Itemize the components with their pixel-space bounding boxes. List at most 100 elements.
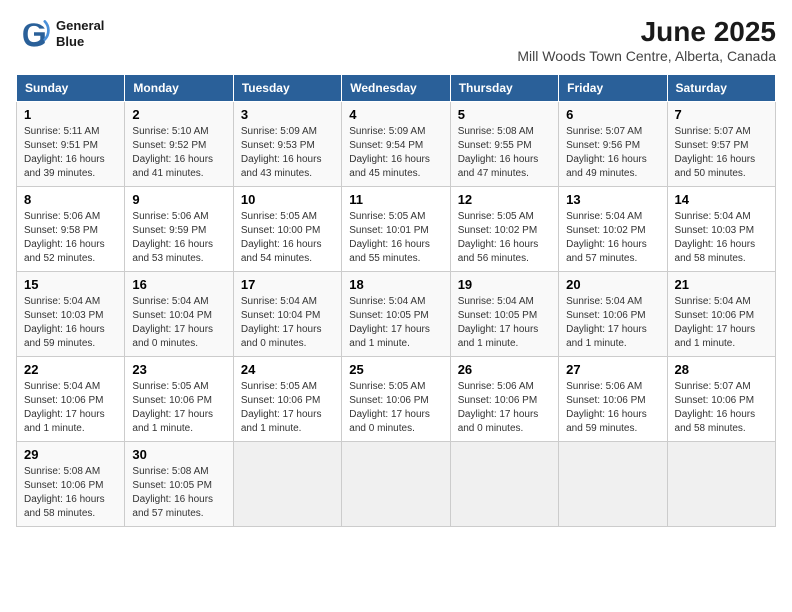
day-info: Sunrise: 5:04 AM Sunset: 10:03 PM Daylig…: [675, 210, 768, 266]
day-number: 29: [24, 447, 117, 462]
day-number: 19: [458, 277, 551, 292]
day-info: Sunrise: 5:05 AM Sunset: 10:06 PM Daylig…: [132, 380, 225, 436]
day-info: Sunrise: 5:05 AM Sunset: 10:06 PM Daylig…: [349, 380, 442, 436]
week-row-2: 8 Sunrise: 5:06 AM Sunset: 9:58 PM Dayli…: [17, 187, 776, 272]
table-cell: 3 Sunrise: 5:09 AM Sunset: 9:53 PM Dayli…: [233, 102, 341, 187]
logo-text: General Blue: [56, 18, 104, 49]
day-number: 30: [132, 447, 225, 462]
week-row-4: 22 Sunrise: 5:04 AM Sunset: 10:06 PM Day…: [17, 357, 776, 442]
table-cell: 9 Sunrise: 5:06 AM Sunset: 9:59 PM Dayli…: [125, 187, 233, 272]
day-number: 10: [241, 192, 334, 207]
day-number: 24: [241, 362, 334, 377]
table-cell: 18 Sunrise: 5:04 AM Sunset: 10:05 PM Day…: [342, 272, 450, 357]
table-cell: 11 Sunrise: 5:05 AM Sunset: 10:01 PM Day…: [342, 187, 450, 272]
day-info: Sunrise: 5:07 AM Sunset: 10:06 PM Daylig…: [675, 380, 768, 436]
day-info: Sunrise: 5:04 AM Sunset: 10:06 PM Daylig…: [566, 295, 659, 351]
day-number: 16: [132, 277, 225, 292]
day-number: 26: [458, 362, 551, 377]
col-friday: Friday: [559, 75, 667, 102]
day-info: Sunrise: 5:05 AM Sunset: 10:06 PM Daylig…: [241, 380, 334, 436]
table-cell: 16 Sunrise: 5:04 AM Sunset: 10:04 PM Day…: [125, 272, 233, 357]
table-cell: 5 Sunrise: 5:08 AM Sunset: 9:55 PM Dayli…: [450, 102, 558, 187]
table-cell: 19 Sunrise: 5:04 AM Sunset: 10:05 PM Day…: [450, 272, 558, 357]
day-info: Sunrise: 5:06 AM Sunset: 10:06 PM Daylig…: [458, 380, 551, 436]
table-cell: 29 Sunrise: 5:08 AM Sunset: 10:06 PM Day…: [17, 442, 125, 527]
logo-icon: [16, 16, 52, 52]
logo-line1: General: [56, 18, 104, 34]
col-tuesday: Tuesday: [233, 75, 341, 102]
col-monday: Monday: [125, 75, 233, 102]
day-number: 25: [349, 362, 442, 377]
day-number: 15: [24, 277, 117, 292]
day-info: Sunrise: 5:04 AM Sunset: 10:06 PM Daylig…: [24, 380, 117, 436]
table-cell: 21 Sunrise: 5:04 AM Sunset: 10:06 PM Day…: [667, 272, 775, 357]
header: General Blue June 2025 Mill Woods Town C…: [16, 16, 776, 64]
table-cell: 22 Sunrise: 5:04 AM Sunset: 10:06 PM Day…: [17, 357, 125, 442]
day-number: 2: [132, 107, 225, 122]
logo-line2: Blue: [56, 34, 104, 50]
table-cell: [450, 442, 558, 527]
day-number: 4: [349, 107, 442, 122]
day-number: 18: [349, 277, 442, 292]
day-number: 21: [675, 277, 768, 292]
day-info: Sunrise: 5:04 AM Sunset: 10:04 PM Daylig…: [241, 295, 334, 351]
day-info: Sunrise: 5:04 AM Sunset: 10:02 PM Daylig…: [566, 210, 659, 266]
day-number: 7: [675, 107, 768, 122]
table-cell: [342, 442, 450, 527]
day-info: Sunrise: 5:04 AM Sunset: 10:05 PM Daylig…: [349, 295, 442, 351]
logo: General Blue: [16, 16, 104, 52]
table-cell: 1 Sunrise: 5:11 AM Sunset: 9:51 PM Dayli…: [17, 102, 125, 187]
col-sunday: Sunday: [17, 75, 125, 102]
table-cell: 28 Sunrise: 5:07 AM Sunset: 10:06 PM Day…: [667, 357, 775, 442]
table-cell: 8 Sunrise: 5:06 AM Sunset: 9:58 PM Dayli…: [17, 187, 125, 272]
title-area: June 2025 Mill Woods Town Centre, Albert…: [517, 16, 776, 64]
day-info: Sunrise: 5:08 AM Sunset: 10:05 PM Daylig…: [132, 465, 225, 521]
table-cell: 24 Sunrise: 5:05 AM Sunset: 10:06 PM Day…: [233, 357, 341, 442]
table-cell: 26 Sunrise: 5:06 AM Sunset: 10:06 PM Day…: [450, 357, 558, 442]
day-number: 5: [458, 107, 551, 122]
day-number: 14: [675, 192, 768, 207]
table-cell: 6 Sunrise: 5:07 AM Sunset: 9:56 PM Dayli…: [559, 102, 667, 187]
col-thursday: Thursday: [450, 75, 558, 102]
day-info: Sunrise: 5:06 AM Sunset: 9:58 PM Dayligh…: [24, 210, 117, 266]
day-number: 23: [132, 362, 225, 377]
day-info: Sunrise: 5:05 AM Sunset: 10:01 PM Daylig…: [349, 210, 442, 266]
day-info: Sunrise: 5:08 AM Sunset: 9:55 PM Dayligh…: [458, 125, 551, 181]
day-info: Sunrise: 5:09 AM Sunset: 9:53 PM Dayligh…: [241, 125, 334, 181]
day-info: Sunrise: 5:04 AM Sunset: 10:04 PM Daylig…: [132, 295, 225, 351]
table-cell: 15 Sunrise: 5:04 AM Sunset: 10:03 PM Day…: [17, 272, 125, 357]
week-row-5: 29 Sunrise: 5:08 AM Sunset: 10:06 PM Day…: [17, 442, 776, 527]
table-cell: 27 Sunrise: 5:06 AM Sunset: 10:06 PM Day…: [559, 357, 667, 442]
table-cell: 14 Sunrise: 5:04 AM Sunset: 10:03 PM Day…: [667, 187, 775, 272]
day-info: Sunrise: 5:04 AM Sunset: 10:05 PM Daylig…: [458, 295, 551, 351]
day-info: Sunrise: 5:05 AM Sunset: 10:00 PM Daylig…: [241, 210, 334, 266]
day-number: 12: [458, 192, 551, 207]
day-number: 8: [24, 192, 117, 207]
day-info: Sunrise: 5:07 AM Sunset: 9:56 PM Dayligh…: [566, 125, 659, 181]
day-info: Sunrise: 5:06 AM Sunset: 9:59 PM Dayligh…: [132, 210, 225, 266]
table-cell: 25 Sunrise: 5:05 AM Sunset: 10:06 PM Day…: [342, 357, 450, 442]
table-cell: [667, 442, 775, 527]
table-cell: 4 Sunrise: 5:09 AM Sunset: 9:54 PM Dayli…: [342, 102, 450, 187]
day-number: 3: [241, 107, 334, 122]
day-info: Sunrise: 5:08 AM Sunset: 10:06 PM Daylig…: [24, 465, 117, 521]
day-info: Sunrise: 5:09 AM Sunset: 9:54 PM Dayligh…: [349, 125, 442, 181]
day-number: 11: [349, 192, 442, 207]
calendar-table: Sunday Monday Tuesday Wednesday Thursday…: [16, 74, 776, 527]
table-cell: 20 Sunrise: 5:04 AM Sunset: 10:06 PM Day…: [559, 272, 667, 357]
day-number: 13: [566, 192, 659, 207]
table-cell: [233, 442, 341, 527]
day-info: Sunrise: 5:11 AM Sunset: 9:51 PM Dayligh…: [24, 125, 117, 181]
header-row: Sunday Monday Tuesday Wednesday Thursday…: [17, 75, 776, 102]
day-number: 28: [675, 362, 768, 377]
table-cell: [559, 442, 667, 527]
day-number: 22: [24, 362, 117, 377]
table-cell: 13 Sunrise: 5:04 AM Sunset: 10:02 PM Day…: [559, 187, 667, 272]
day-number: 6: [566, 107, 659, 122]
table-cell: 23 Sunrise: 5:05 AM Sunset: 10:06 PM Day…: [125, 357, 233, 442]
day-info: Sunrise: 5:04 AM Sunset: 10:03 PM Daylig…: [24, 295, 117, 351]
table-cell: 30 Sunrise: 5:08 AM Sunset: 10:05 PM Day…: [125, 442, 233, 527]
day-info: Sunrise: 5:07 AM Sunset: 9:57 PM Dayligh…: [675, 125, 768, 181]
month-year: June 2025: [517, 16, 776, 48]
day-info: Sunrise: 5:06 AM Sunset: 10:06 PM Daylig…: [566, 380, 659, 436]
